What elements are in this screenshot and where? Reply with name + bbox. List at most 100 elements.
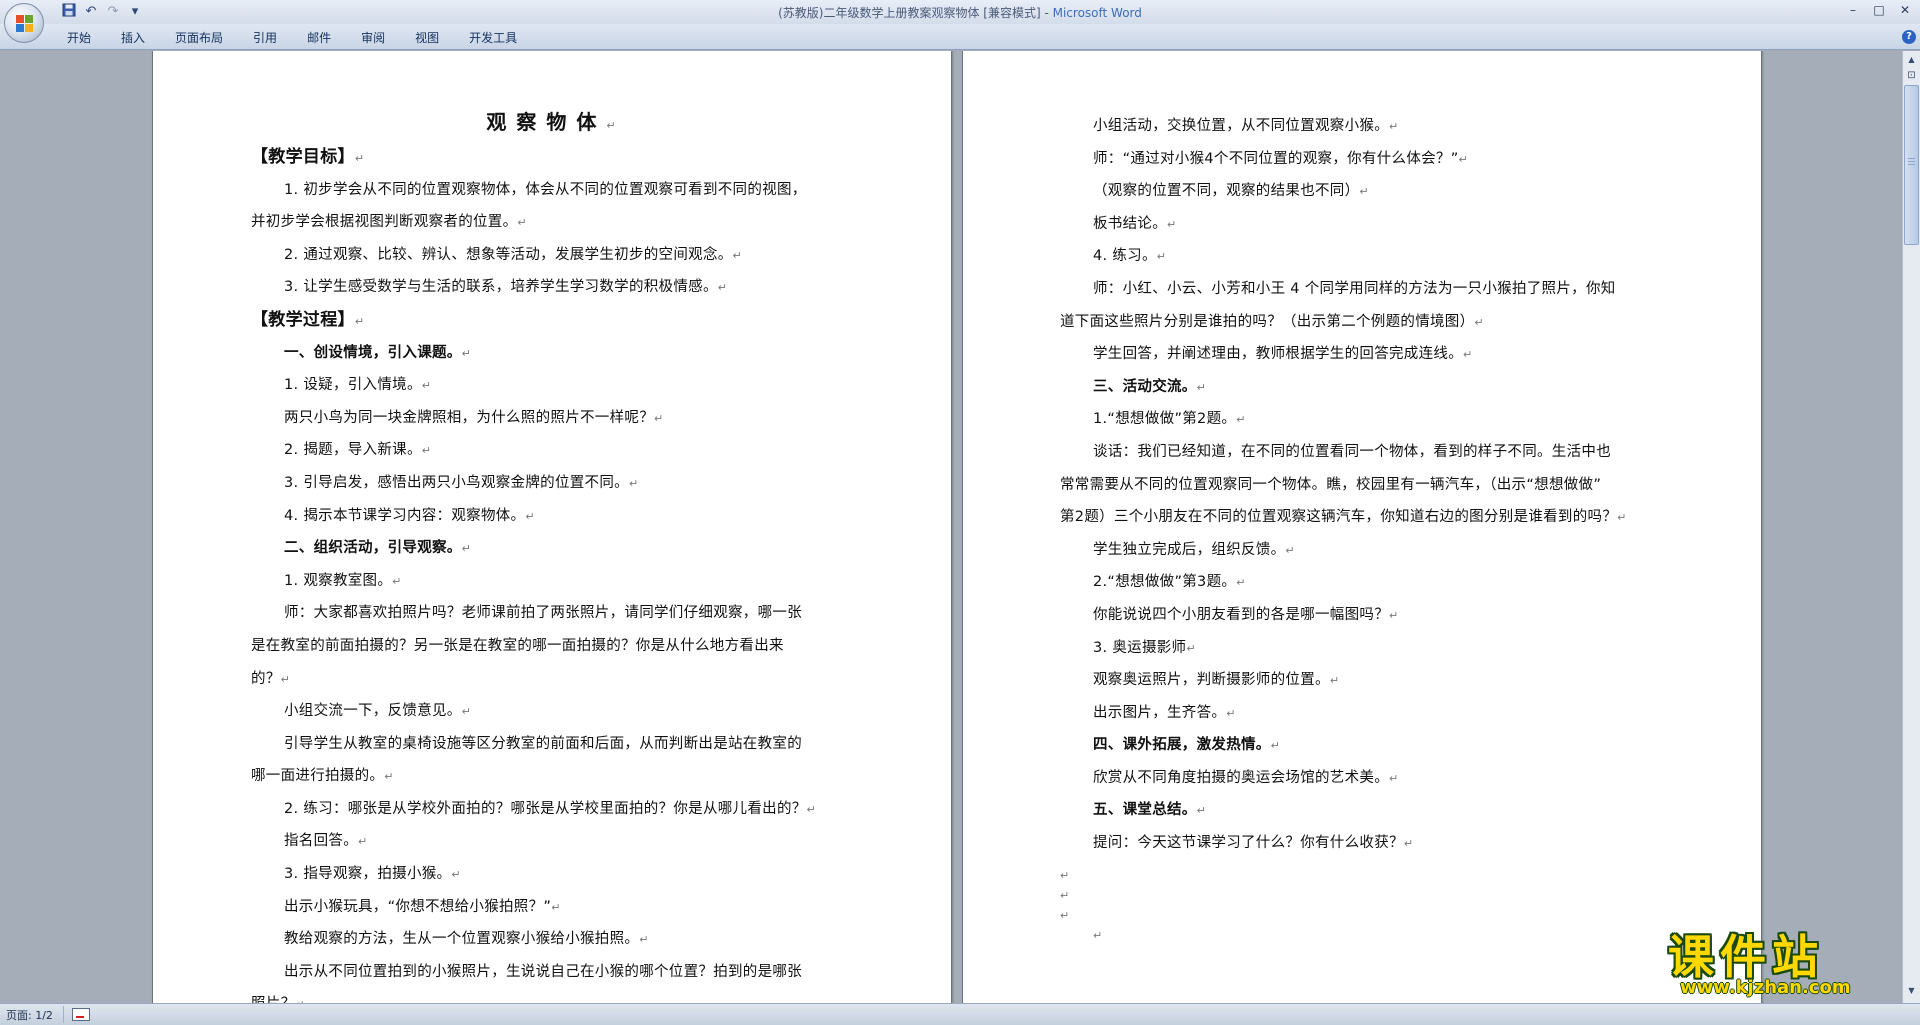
paragraph-mark-icon: ↵ xyxy=(1236,413,1246,427)
paragraph: 1. 初步学会从不同的位置观察物体，体会从不同的位置观察可看到不同的视图， xyxy=(251,174,851,207)
window-controls: – □ ✕ xyxy=(1840,1,1918,19)
scroll-down-icon[interactable]: ▼ xyxy=(1903,982,1920,999)
paragraph: 4. 练习。↵ xyxy=(1060,240,1660,273)
empty-paragraphs: ↵ ↵ ↵ ↵ xyxy=(1060,866,1660,946)
tab-references[interactable]: 引用 xyxy=(238,28,292,48)
paragraph-text: 师：大家都喜欢拍照片吗？老师课前拍了两张照片，请同学们仔细观察，哪一张 xyxy=(284,605,802,622)
tab-view[interactable]: 视图 xyxy=(400,28,454,48)
paragraph-text: 学生回答，并阐述理由，教师根据学生的回答完成连线。 xyxy=(1093,346,1463,363)
paragraph: 二、组织活动，引导观察。↵ xyxy=(251,532,851,565)
paragraph-mark-icon: ↵ xyxy=(1060,908,1070,922)
paragraph-mark-icon: ↵ xyxy=(1285,543,1295,557)
help-icon[interactable]: ? xyxy=(1902,30,1916,44)
paragraph-mark-icon: ↵ xyxy=(525,509,535,523)
watermark-url: www.kjzhan.com xyxy=(1680,977,1851,998)
paragraph-text: 2. 揭题，导入新课。 xyxy=(284,442,422,459)
paragraph: 哪一面进行拍摄的。↵ xyxy=(251,760,851,793)
paragraph: 出示小猴玩具，“你想不想给小猴拍照？”↵ xyxy=(251,891,851,924)
paragraph: 照片？↵ xyxy=(251,988,851,1003)
paragraph-mark-icon: ↵ xyxy=(461,346,471,360)
paragraph-text: 出示从不同位置拍到的小猴照片，生说说自己在小猴的哪个位置？拍到的是哪张 xyxy=(284,963,802,980)
close-button[interactable]: ✕ xyxy=(1892,1,1918,19)
tab-insert[interactable]: 插入 xyxy=(106,28,160,48)
paragraph-mark-icon: ↵ xyxy=(628,476,639,490)
paragraph-text: 指名回答。 xyxy=(284,833,358,850)
paragraph: 3. 奥运摄影师↵ xyxy=(1060,632,1660,665)
view-ruler-icon[interactable]: ⊡ xyxy=(1905,69,1918,82)
paragraph-text: 第2题）三个小朋友在不同的位置观察这辆汽车，你知道右边的图分别是谁看到的吗？ xyxy=(1060,509,1618,526)
window-title: (苏教版)二年级数学上册教案观察物体 [兼容模式] - Microsoft Wo… xyxy=(0,4,1920,21)
paragraph-mark-icon: ↵ xyxy=(461,542,471,556)
paragraph: 4. 揭示本节课学习内容：观察物体。↵ xyxy=(251,500,851,533)
document-page-2[interactable]: 小组活动，交换位置，从不同位置观察小猴。↵ 师：“通过对小猴4个不同位置的观察，你… xyxy=(962,51,1762,1003)
paragraph: 师：大家都喜欢拍照片吗？老师课前拍了两张照片，请同学们仔细观察，哪一张 xyxy=(251,597,851,630)
minimize-button[interactable]: – xyxy=(1840,1,1866,19)
paragraph-text: 道下面这些照片分别是谁拍的吗？（出示第二个例题的情境图） xyxy=(1060,313,1475,330)
vertical-scrollbar[interactable]: ▲ ⊡ ▼ xyxy=(1902,51,1920,1003)
paragraph: 学生独立完成后，组织反馈。↵ xyxy=(1060,534,1660,567)
page-count[interactable]: 页面: 1/2 xyxy=(6,1007,53,1023)
paragraph-mark-icon: ↵ xyxy=(421,379,431,393)
paragraph-mark-icon: ↵ xyxy=(421,444,431,458)
paragraph: 并初步学会根据视图判断观察者的位置。↵ xyxy=(251,206,851,239)
paragraph-text: 1. 设疑，引入情境。 xyxy=(284,377,422,394)
paragraph-mark-icon: ↵ xyxy=(551,900,561,914)
paragraph-mark-icon: ↵ xyxy=(654,411,664,425)
paragraph: （观察的位置不同，观察的结果也不同）↵ xyxy=(1060,175,1660,208)
paragraph: 五、课堂总结。↵ xyxy=(1060,794,1660,827)
ribbon-tabs: 开始 插入 页面布局 引用 邮件 审阅 视图 开发工具 xyxy=(52,28,532,48)
page-1-text: 观察物体↵ 【教学目标】↵ 1. 初步学会从不同的位置观察物体，体会从不同的位置观察… xyxy=(251,110,851,1003)
document-page-1[interactable]: 观察物体↵ 【教学目标】↵ 1. 初步学会从不同的位置观察物体，体会从不同的位置观察… xyxy=(152,51,952,1003)
paragraph-mark-icon: ↵ xyxy=(732,248,742,262)
paragraph-text: 欣赏从不同角度拍摄的奥运会场馆的艺术美。 xyxy=(1093,769,1389,786)
paragraph-text: 1. 初步学会从不同的位置观察物体，体会从不同的位置观察可看到不同的视图， xyxy=(284,181,807,198)
paragraph: 观察奥运照片，判断摄影师的位置。↵ xyxy=(1060,664,1660,697)
paragraph: 是在教室的前面拍摄的？另一张是在教室的哪一面拍摄的？你是从什么地方看出来 xyxy=(251,630,851,663)
paragraph-mark-icon: ↵ xyxy=(1474,315,1484,329)
paragraph-text: 4. 练习。 xyxy=(1093,248,1157,265)
paragraph-text: 师：“通过对小猴4个不同位置的观察，你有什么体会？” xyxy=(1093,150,1459,167)
paragraph-mark-icon: ↵ xyxy=(717,281,727,295)
paragraph-text: 提问：今天这节课学习了什么？你有什么收获？ xyxy=(1093,835,1404,852)
scrollbar-thumb[interactable] xyxy=(1904,85,1919,245)
paragraph: 三、活动交流。↵ xyxy=(1060,371,1660,404)
status-bar: 页面: 1/2 xyxy=(0,1003,1920,1025)
paragraph-text: 引导学生从教室的桌椅设施等区分教室的前面和后面，从而判断出是站在教室的 xyxy=(284,735,802,752)
paragraph: 【教学目标】↵ xyxy=(251,141,851,174)
tab-review[interactable]: 审阅 xyxy=(346,28,400,48)
paragraph-mark-icon: ↵ xyxy=(1403,837,1414,851)
tab-home[interactable]: 开始 xyxy=(52,28,106,48)
document-area[interactable]: 观察物体↵ 【教学目标】↵ 1. 初步学会从不同的位置观察物体，体会从不同的位置观察… xyxy=(0,51,1902,1003)
office-button[interactable] xyxy=(4,3,44,43)
ribbon: 开始 插入 页面布局 引用 邮件 审阅 视图 开发工具 ? xyxy=(0,24,1920,50)
paragraph: 常常需要从不同的位置观察同一个物体。瞧，校园里有一辆汽车，（出示“想想做做” xyxy=(1060,469,1660,502)
paragraph-text: 3. 奥运摄影师 xyxy=(1093,639,1187,656)
paragraph: 观察物体↵ xyxy=(251,107,851,141)
paragraph: 谈话：我们已经知道，在不同的位置看同一个物体，看到的样子不同。生活中也 xyxy=(1060,436,1660,469)
paragraph-text: 2. 通过观察、比较、辨认、想象等活动，发展学生初步的空间观念。 xyxy=(284,246,733,263)
paragraph-mark-icon: ↵ xyxy=(517,216,527,230)
paragraph-text: 1. 观察教室图。 xyxy=(284,572,393,589)
paragraph: 提问：今天这节课学习了什么？你有什么收获？↵ xyxy=(1060,827,1660,860)
paragraph-mark-icon: ↵ xyxy=(1196,804,1206,818)
paragraph-text: 出示小猴玩具，“你想不想给小猴拍照？” xyxy=(284,898,552,915)
paragraph-text: 师：小红、小云、小芳和小王 4 个同学用同样的方法为一只小猴拍了照片，你知 xyxy=(1093,280,1616,297)
paragraph: 【教学过程】↵ xyxy=(251,304,851,337)
paragraph-text: 2.“想想做做”第3题。 xyxy=(1093,574,1237,591)
proofing-status-icon[interactable] xyxy=(72,1008,90,1021)
paragraph-text: 小组交流一下，反馈意见。 xyxy=(284,703,462,720)
paragraph-text: 并初步学会根据视图判断观察者的位置。 xyxy=(251,214,518,231)
paragraph-text: 二、组织活动，引导观察。 xyxy=(284,540,462,557)
paragraph: 板书结论。↵ xyxy=(1060,208,1660,241)
scroll-up-icon[interactable]: ▲ xyxy=(1903,51,1920,68)
paragraph: 出示从不同位置拍到的小猴照片，生说说自己在小猴的哪个位置？拍到的是哪张 xyxy=(251,956,851,989)
paragraph: 引导学生从教室的桌椅设施等区分教室的前面和后面，从而判断出是站在教室的 xyxy=(251,728,851,761)
paragraph-mark-icon: ↵ xyxy=(1389,771,1399,785)
paragraph-text: 是在教室的前面拍摄的？另一张是在教室的哪一面拍摄的？你是从什么地方看出来 xyxy=(251,637,784,654)
paragraph-mark-icon: ↵ xyxy=(1196,380,1206,394)
tab-developer[interactable]: 开发工具 xyxy=(454,28,532,48)
tab-page-layout[interactable]: 页面布局 xyxy=(160,28,238,48)
maximize-button[interactable]: □ xyxy=(1866,1,1892,19)
tab-mailings[interactable]: 邮件 xyxy=(292,28,346,48)
paragraph-text: 四、课外拓展，激发热情。 xyxy=(1093,737,1271,754)
